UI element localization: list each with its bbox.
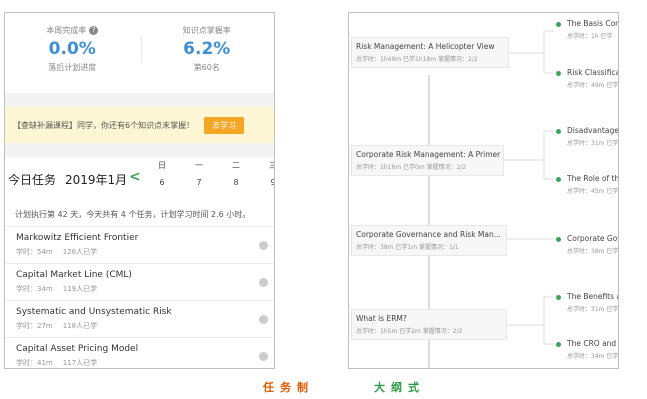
- mastery-value: 6.2%: [183, 39, 231, 59]
- child-title: Disadvantages: [567, 126, 619, 135]
- task-item[interactable]: Capital Asset Pricing Model 学时：41m 117人已学: [5, 338, 274, 368]
- node-meta: 总学时：1h16m 已学0m 掌握情况：2/2: [356, 164, 467, 171]
- status-dot-icon: [259, 278, 268, 287]
- node-meta: 总学时：1h49m 已学1h18m 掌握情况：2/2: [356, 56, 478, 63]
- node-title: Risk Management: A Helicopter View: [356, 42, 495, 51]
- weekday-label: 三: [263, 160, 274, 171]
- section-gap: [5, 93, 274, 107]
- outline-mode-panel: Risk Management: A Helicopter View 总学时：1…: [348, 12, 619, 369]
- child-title: The CRO and i: [567, 339, 619, 348]
- outline-child-node[interactable]: Corporate Gov 总学时：38m 已学: [556, 234, 619, 255]
- weekday-label: 二: [232, 161, 240, 170]
- task-header: 今日任务 2019年1月 < 日 6 一 7 二 8 三 9: [5, 157, 274, 199]
- task-item[interactable]: Markowitz Efficient Frontier 学时：54m 126人已…: [5, 227, 274, 264]
- child-title: The Role of the: [567, 174, 619, 183]
- task-time: 学时：54m: [16, 248, 53, 256]
- weekday-date[interactable]: 6: [152, 178, 172, 187]
- banner-text: 【查缺补漏课程】同学，你还有6个知识点未掌握！: [13, 120, 195, 130]
- task-name: Capital Asset Pricing Model: [16, 344, 139, 354]
- child-meta: 总学时：34m 已学: [567, 353, 619, 360]
- weekday-date[interactable]: 8: [226, 178, 246, 187]
- task-name: Capital Market Line (CML): [16, 270, 132, 280]
- child-title: Corporate Gov: [567, 234, 619, 243]
- child-meta: 总学时：31m 已学: [567, 306, 619, 313]
- stats-divider: [141, 37, 142, 63]
- outline-parent-node[interactable]: Risk Management: A Helicopter View 总学时：1…: [351, 37, 509, 68]
- outline-parent-node[interactable]: What is ERM? 总学时：1h5m 已学2m 掌握情况：2/2: [351, 309, 507, 340]
- node-meta: 总学时：1h5m 已学2m 掌握情况：2/2: [356, 328, 463, 335]
- node-title: Corporate Risk Management: A Primer: [356, 150, 501, 159]
- completion-label: 本周完成率: [46, 26, 87, 35]
- completion-sub: 落后计划进度: [48, 63, 97, 72]
- caption-outline-mode: 大纲式: [374, 381, 425, 394]
- child-title: The Basis Conc: [567, 19, 619, 28]
- task-name: Markowitz Efficient Frontier: [16, 233, 139, 243]
- task-time: 学时：34m: [16, 285, 53, 293]
- child-meta: 总学时：31m 已学: [567, 140, 619, 147]
- caption-task-mode: 任务制: [263, 381, 314, 394]
- weekday-label: 日: [158, 161, 166, 170]
- outline-parent-node[interactable]: Corporate Risk Management: A Primer 总学时：…: [351, 145, 504, 176]
- remedial-banner: 【查缺补漏课程】同学，你还有6个知识点未掌握！ 去学习: [5, 107, 274, 143]
- mastery-stat: 知识点掌握率 6.2% 第60名: [140, 13, 275, 93]
- mastery-sub: 第60名: [193, 63, 220, 72]
- outline-child-node[interactable]: The Basis Conc 总学时：1h 已学: [556, 19, 619, 40]
- outline-child-node[interactable]: The CRO and i 总学时：34m 已学: [556, 339, 619, 360]
- child-title: The Benefits ar: [567, 292, 619, 301]
- child-title: Risk Classificat: [567, 68, 619, 77]
- weekday-label: 一: [195, 161, 203, 170]
- outline-child-node[interactable]: The Benefits ar 总学时：31m 已学: [556, 292, 619, 313]
- weekday-date[interactable]: 7: [189, 178, 209, 187]
- status-dot-icon: [259, 315, 268, 324]
- task-name: Systematic and Unsystematic Risk: [16, 307, 172, 317]
- task-list: Markowitz Efficient Frontier 学时：54m 126人已…: [5, 227, 274, 368]
- task-learners: 126人已学: [62, 248, 98, 256]
- completion-stat: 本周完成率 ? 0.0% 落后计划进度: [5, 13, 140, 93]
- green-dot-icon: [556, 71, 561, 76]
- task-learners: 118人已学: [62, 322, 98, 330]
- go-study-button[interactable]: 去学习: [204, 116, 244, 134]
- task-item[interactable]: Capital Market Line (CML) 学时：34m 119人已学: [5, 264, 274, 301]
- node-title: What is ERM?: [356, 314, 407, 323]
- mastery-label: 知识点掌握率: [182, 26, 231, 35]
- task-time: 学时：27m: [16, 322, 53, 330]
- task-learners: 117人已学: [62, 359, 98, 367]
- task-item[interactable]: Systematic and Unsystematic Risk 学时：27m 1…: [5, 301, 274, 338]
- outline-child-node[interactable]: Risk Classificat 总学时：49m 已学: [556, 68, 619, 89]
- stats-section: 本周完成率 ? 0.0% 落后计划进度 知识点掌握率 6.2% 第60名: [5, 13, 274, 93]
- today-tasks-title: 今日任务: [8, 173, 57, 187]
- task-time: 学时：41m: [16, 359, 53, 367]
- weekday-date[interactable]: 9: [263, 178, 274, 187]
- plan-summary: 计划执行第 42 天，今天共有 4 个任务，计划学习时间 2.6 小时。: [5, 199, 274, 227]
- child-meta: 总学时：38m 已学: [567, 248, 619, 255]
- node-meta: 总学时：38m 已学1m 掌握情况：1/1: [356, 244, 459, 251]
- month-label: 2019年1月: [65, 173, 128, 187]
- status-dot-icon: [259, 241, 268, 250]
- green-dot-icon: [556, 129, 561, 134]
- task-mode-panel: 本周完成率 ? 0.0% 落后计划进度 知识点掌握率 6.2% 第60名 【查缺…: [4, 12, 275, 369]
- green-dot-icon: [556, 295, 561, 300]
- green-dot-icon: [556, 177, 561, 182]
- outline-child-node[interactable]: The Role of the 总学时：45m 已学: [556, 174, 619, 195]
- outline-child-node[interactable]: Disadvantages 总学时：31m 已学: [556, 126, 619, 147]
- child-meta: 总学时：1h 已学: [567, 33, 613, 40]
- status-dot-icon: [259, 352, 268, 361]
- outline-parent-node[interactable]: Corporate Governance and Risk Man... 总学时…: [351, 225, 507, 256]
- green-dot-icon: [556, 237, 561, 242]
- child-meta: 总学时：45m 已学: [567, 188, 619, 195]
- chevron-left-icon[interactable]: <: [129, 169, 141, 185]
- task-learners: 119人已学: [62, 285, 98, 293]
- help-icon[interactable]: ?: [89, 26, 99, 35]
- section-gap: [5, 143, 274, 157]
- node-title: Corporate Governance and Risk Man...: [356, 230, 501, 239]
- completion-value: 0.0%: [48, 39, 96, 59]
- child-meta: 总学时：49m 已学: [567, 82, 619, 89]
- green-dot-icon: [556, 342, 561, 347]
- green-dot-icon: [556, 22, 561, 27]
